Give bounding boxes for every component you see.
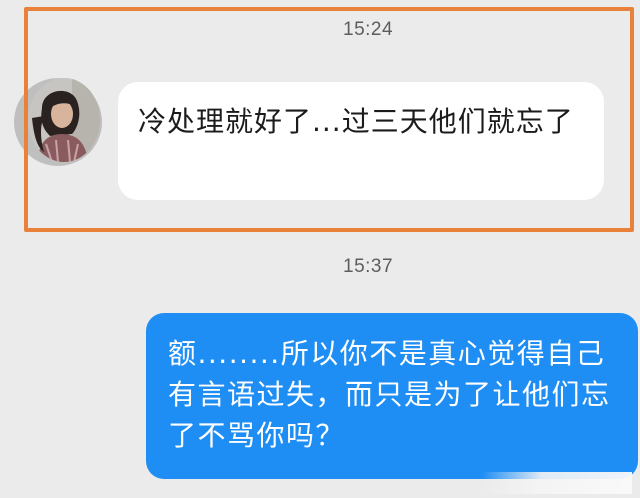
outgoing-message-bubble[interactable]: 额........所以你不是真心觉得自己有言语过失，而只是为了让他们忘了不骂你吗… (146, 313, 638, 479)
chat-thread[interactable]: 15:24 冷处理就好了...过三天他们就忘了 15:37 额........所… (0, 0, 640, 498)
outgoing-message-text: 额........所以你不是真心觉得自己有言语过失，而只是为了让他们忘了不骂你吗… (168, 337, 611, 452)
message-timestamp: 15:37 (343, 256, 394, 277)
watermark-overlay (482, 472, 632, 494)
highlight-annotation-box (24, 7, 634, 232)
